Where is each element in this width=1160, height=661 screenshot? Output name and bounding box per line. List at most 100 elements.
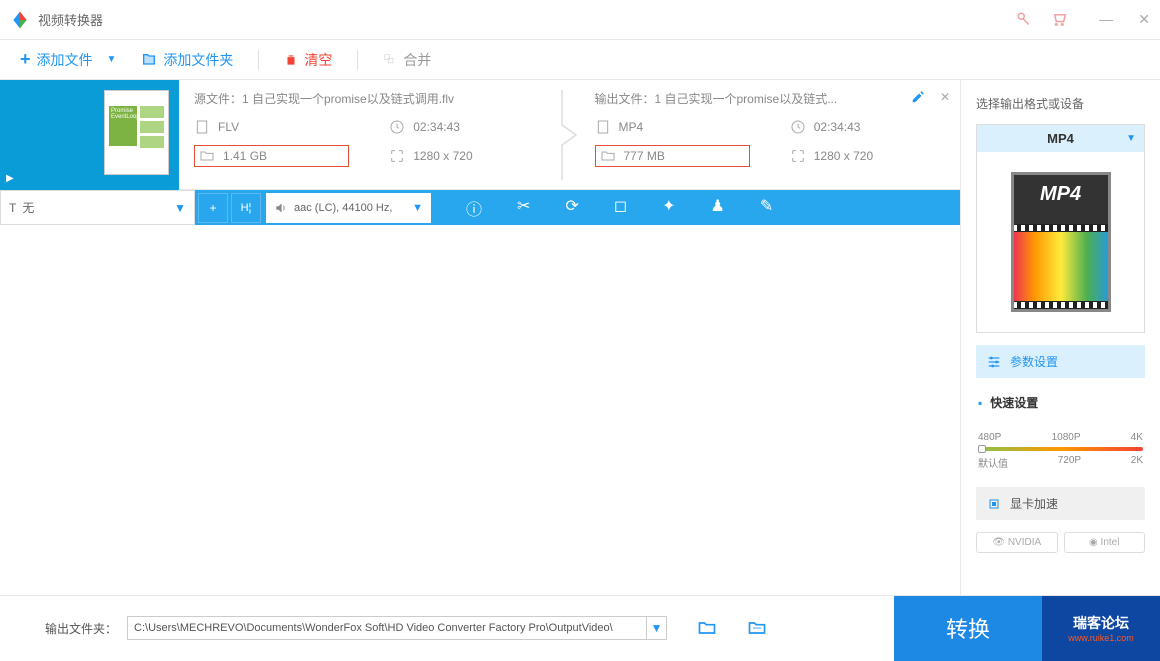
resolution-icon (389, 148, 405, 164)
crop-icon[interactable]: ◻ (614, 196, 627, 220)
add-folder-button[interactable]: 添加文件夹 (141, 50, 233, 70)
divider-arrow-icon (560, 80, 580, 189)
clock-icon (790, 119, 806, 135)
sidebar: 选择输出格式或设备 MP4 ▼ MP4 参数设置 ▪ 快速设置 480P (960, 80, 1160, 595)
chip-icon (986, 496, 1002, 512)
close-button[interactable]: ✕ (1138, 11, 1150, 28)
source-duration: 02:34:43 (389, 119, 544, 135)
source-resolution: 1280 x 720 (389, 145, 544, 167)
subtitle-value: 无 (22, 199, 34, 216)
output-file-label: 输出文件：1 自己实现一个promise以及链式... (595, 90, 946, 107)
gpu-accel-button[interactable]: 显卡加速 (976, 487, 1145, 520)
q-default: 默认值 (978, 455, 1008, 470)
sidebar-title: 选择输出格式或设备 (976, 95, 1145, 112)
minimize-button[interactable]: — (1099, 11, 1113, 28)
q-2k: 2K (1131, 455, 1143, 470)
h-icon: H¦ (241, 202, 252, 214)
gpu-label: 显卡加速 (1010, 495, 1058, 512)
nvidia-badge: 👁 NVIDIA (976, 532, 1058, 553)
folder-icon (600, 148, 616, 164)
resolution-icon (790, 148, 806, 164)
open-folder-icon[interactable] (747, 618, 767, 638)
wm-title: 瑞客论坛 (1073, 613, 1129, 633)
add-file-button[interactable]: + 添加文件 ▼ (20, 49, 116, 70)
add-file-label: 添加文件 (37, 50, 93, 70)
bullet-icon: ▪ (978, 396, 982, 410)
format-preview: MP4 (977, 152, 1144, 332)
app-logo-icon (10, 10, 30, 30)
brush-icon[interactable]: ✎ (760, 196, 773, 220)
info-icon[interactable]: ⓘ (466, 196, 482, 220)
source-size: 1.41 GB (194, 145, 349, 167)
output-path-input[interactable] (127, 616, 647, 640)
rotate-icon[interactable]: ⟳ (565, 196, 578, 220)
source-info: 源文件：1 自己实现一个promise以及链式调用.flv FLV 02:34:… (179, 80, 560, 189)
text-icon: T (9, 201, 16, 215)
clear-button[interactable]: 清空 (284, 50, 332, 70)
q-1080: 1080P (1052, 432, 1081, 443)
main-toolbar: + 添加文件 ▼ 添加文件夹 清空 合并 (0, 40, 1160, 80)
title-bar: 视频转换器 — ✕ (0, 0, 1160, 40)
merge-icon (383, 53, 397, 67)
path-dropdown-button[interactable]: ▼ (647, 616, 667, 640)
app-title: 视频转换器 (38, 10, 1013, 29)
key-icon[interactable] (1013, 11, 1031, 29)
convert-button[interactable]: 转换 (894, 596, 1042, 661)
cart-icon[interactable] (1051, 11, 1069, 29)
output-resolution: 1280 x 720 (790, 145, 945, 167)
watermark-icon[interactable]: ♟ (711, 196, 725, 220)
clock-icon (389, 119, 405, 135)
intel-badge: ◉ Intel (1064, 532, 1146, 553)
separator (258, 50, 259, 70)
slider-track[interactable] (978, 447, 1143, 451)
output-format-card[interactable]: MP4 ▼ MP4 (976, 124, 1145, 333)
dropdown-arrow-icon[interactable]: ▼ (107, 54, 117, 65)
folder-icon (199, 148, 215, 164)
q-480: 480P (978, 432, 1001, 443)
merge-button: 合并 (383, 50, 431, 70)
add-subtitle-button[interactable]: + (198, 193, 228, 223)
quick-label: 快速设置 (990, 394, 1038, 411)
subtitle-select[interactable]: T 无 ▼ (0, 190, 195, 225)
file-row: Promise EventLoop ▶ 源文件：1 自己实现一个promise以… (0, 80, 960, 190)
remove-file-icon[interactable]: ✕ (940, 90, 950, 104)
quality-slider[interactable]: 480P 1080P 4K 默认值 720P 2K (976, 427, 1145, 475)
edit-toolbar: T 无 ▼ + H¦ aac (LC), 44100 Hz, ▼ ⓘ ✂ ⟳ ◻… (0, 190, 960, 225)
merge-label: 合并 (403, 50, 431, 70)
quick-settings-header: ▪ 快速设置 (976, 390, 1145, 415)
q-4k: 4K (1131, 432, 1143, 443)
edit-pencil-icon[interactable] (911, 90, 925, 104)
hardcode-subtitle-button[interactable]: H¦ (231, 193, 261, 223)
output-format: MP4 (595, 119, 750, 135)
wm-url: www.ruike1.com (1068, 633, 1134, 643)
file-icon (595, 119, 611, 135)
output-folder-label: 输出文件夹： (45, 620, 117, 637)
folder-plus-icon (141, 52, 157, 68)
chevron-down-icon: ▼ (412, 202, 423, 214)
slider-handle[interactable] (978, 445, 986, 453)
audio-track-select[interactable]: aac (LC), 44100 Hz, ▼ (266, 193, 431, 223)
file-icon (194, 119, 210, 135)
effects-icon[interactable]: ✦ (662, 196, 675, 220)
format-value: MP4 (1047, 131, 1074, 146)
cut-icon[interactable]: ✂ (517, 196, 530, 220)
thumb-doc-preview: Promise EventLoop (109, 106, 137, 146)
edit-tool-icons: ⓘ ✂ ⟳ ◻ ✦ ♟ ✎ (466, 196, 773, 220)
browse-folder-icon[interactable] (697, 618, 717, 638)
video-thumbnail[interactable]: Promise EventLoop ▶ (0, 80, 179, 190)
clear-label: 清空 (304, 50, 332, 70)
file-list-area: Promise EventLoop ▶ 源文件：1 自己实现一个promise以… (0, 80, 960, 595)
film-strip-icon (1011, 224, 1111, 309)
trash-icon (284, 53, 298, 67)
title-actions (1013, 11, 1069, 29)
output-duration: 02:34:43 (790, 119, 945, 135)
window-controls: — ✕ (1099, 11, 1150, 28)
chevron-down-icon: ▼ (1126, 133, 1136, 144)
chevron-down-icon: ▼ (174, 201, 186, 215)
main-area: Promise EventLoop ▶ 源文件：1 自己实现一个promise以… (0, 80, 1160, 595)
format-dropdown[interactable]: MP4 ▼ (977, 125, 1144, 152)
plus-icon: + (209, 201, 216, 215)
output-info: ✕ 输出文件：1 自己实现一个promise以及链式... MP4 02:34:… (580, 80, 961, 189)
source-format: FLV (194, 119, 349, 135)
parameter-settings-button[interactable]: 参数设置 (976, 345, 1145, 378)
